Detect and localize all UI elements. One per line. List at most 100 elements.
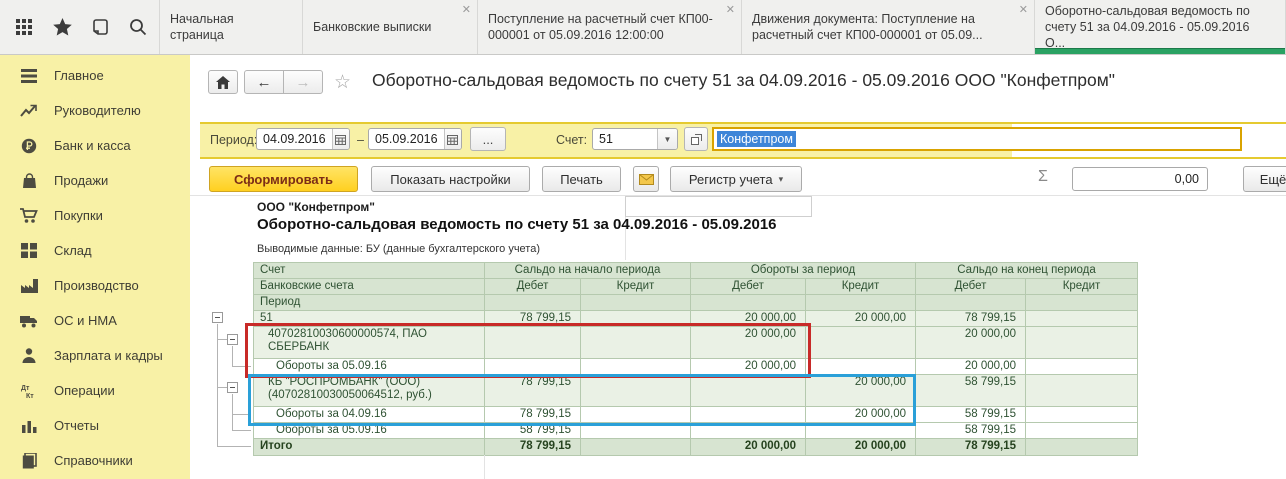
table-column-border-extension — [484, 455, 485, 479]
sidebar-item-warehouse[interactable]: Склад — [0, 233, 190, 268]
sidebar-item-salary-hr[interactable]: Зарплата и кадры — [0, 338, 190, 373]
app-window: Начальная страница Банковские выписки ✕ … — [0, 0, 1286, 479]
table-row-sberbank[interactable]: 40702810030600000574, ПАО СБЕРБАНК 20 00… — [254, 327, 1138, 359]
row-name[interactable]: КБ "РОСПРОМБАНК" (ООО) (4070281003005006… — [254, 375, 485, 407]
favorites-star-icon[interactable] — [53, 18, 72, 36]
date-to-field[interactable]: 05.09.2016 — [368, 128, 462, 150]
row-name[interactable]: 40702810030600000574, ПАО СБЕРБАНК — [254, 327, 485, 359]
search-icon[interactable] — [129, 18, 147, 36]
email-button[interactable] — [633, 166, 659, 192]
sidebar-item-purchases[interactable]: Покупки — [0, 198, 190, 233]
sidebar-item-reports[interactable]: Отчеты — [0, 408, 190, 443]
service-icons — [0, 0, 160, 54]
sidebar-item-bank-cash[interactable]: Банк и касса — [0, 128, 190, 163]
register-button[interactable]: Регистр учета ▾ — [670, 166, 802, 192]
debit-credit-icon: ДтКт — [20, 383, 38, 399]
show-settings-button[interactable]: Показать настройки — [371, 166, 530, 192]
sidebar-item-label: Банк и касса — [54, 138, 131, 153]
ruble-coin-icon — [20, 138, 38, 154]
forward-button[interactable]: → — [283, 70, 323, 94]
chevron-down-icon[interactable]: ▼ — [657, 129, 677, 149]
selected-cell-outline — [625, 196, 812, 217]
close-tab-icon[interactable]: ✕ — [462, 5, 471, 15]
print-button[interactable]: Печать — [542, 166, 621, 192]
tab-receipt-document[interactable]: Поступление на расчетный счет КП00-00000… — [478, 0, 742, 54]
sidebar-item-label: Руководителю — [54, 103, 141, 118]
collapse-toggle-icon[interactable] — [227, 382, 238, 393]
table-row-turnover-0509-2[interactable]: Обороты за 05.09.16 58 799,15 58 799,15 — [254, 423, 1138, 439]
row-name[interactable]: Итого — [254, 439, 485, 456]
sidebar-item-main[interactable]: Главное — [0, 58, 190, 93]
sidebar-item-directories[interactable]: Справочники — [0, 443, 190, 478]
row-name[interactable]: 51 — [254, 311, 485, 327]
period-options-button[interactable]: ... — [470, 127, 506, 151]
period-dash: – — [357, 133, 364, 147]
envelope-icon — [639, 174, 654, 185]
table-row-turnover-0409[interactable]: Обороты за 04.09.16 78 799,15 20 000,00 … — [254, 407, 1138, 423]
account-value[interactable]: 51 — [593, 129, 657, 149]
col-header-account: Счет — [254, 263, 485, 279]
home-button[interactable] — [208, 70, 238, 94]
tree-line — [217, 324, 218, 446]
apps-grid-icon[interactable] — [16, 19, 33, 36]
more-button[interactable]: Ещё — [1243, 166, 1286, 192]
tab-osv-report[interactable]: Оборотно-сальдовая ведомость по счету 51… — [1035, 0, 1286, 54]
col-header-credit: Кредит — [1026, 279, 1138, 295]
recent-icon[interactable] — [92, 18, 109, 36]
back-button[interactable]: ← — [244, 70, 284, 94]
table-header-row: Период — [254, 295, 1138, 311]
row-name[interactable]: Обороты за 04.09.16 — [254, 407, 485, 423]
close-tab-icon[interactable]: ✕ — [1019, 5, 1028, 15]
sum-field[interactable]: 0,00 — [1072, 167, 1208, 191]
tree-line — [232, 346, 233, 366]
open-account-button[interactable] — [684, 127, 708, 151]
sidebar-item-operations[interactable]: ДтКт Операции — [0, 373, 190, 408]
calendar-icon[interactable] — [332, 129, 349, 149]
home-icon — [216, 76, 230, 89]
svg-text:Кт: Кт — [26, 393, 34, 399]
organization-field[interactable]: Конфетпром — [712, 127, 1242, 151]
svg-text:Дт: Дт — [21, 385, 30, 392]
table-row-rosprombank[interactable]: КБ "РОСПРОМБАНК" (ООО) (4070281003005006… — [254, 375, 1138, 407]
account-label: Счет: — [556, 133, 587, 147]
sidebar-item-label: Продажи — [54, 173, 108, 188]
row-name[interactable]: Обороты за 05.09.16 — [254, 423, 485, 439]
tab-label: Поступление на расчетный счет КП00-00000… — [488, 11, 721, 43]
date-to-value[interactable]: 05.09.2016 — [369, 129, 444, 149]
favorite-star-icon[interactable]: ☆ — [334, 71, 351, 94]
report-org-name[interactable]: ООО "Конфетпром" — [257, 200, 375, 214]
table-row-turnover-0509[interactable]: Обороты за 05.09.16 20 000,00 20 000,00 — [254, 359, 1138, 375]
back-arrow-icon: ← — [257, 74, 272, 91]
date-from-value[interactable]: 04.09.2016 — [257, 129, 332, 149]
tree-line — [218, 339, 227, 340]
organization-value[interactable]: Конфетпром — [717, 131, 796, 147]
row-name[interactable]: Обороты за 05.09.16 — [254, 359, 485, 375]
account-field[interactable]: 51 ▼ — [592, 128, 678, 150]
table-header-row: Банковские счета Дебет Кредит Дебет Кред… — [254, 279, 1138, 295]
open-window-icon — [691, 134, 702, 145]
sidebar-item-sales[interactable]: Продажи — [0, 163, 190, 198]
chevron-down-icon: ▾ — [779, 174, 784, 185]
tab-document-movements[interactable]: Движения документа: Поступление на расче… — [742, 0, 1035, 54]
date-from-field[interactable]: 04.09.2016 — [256, 128, 350, 150]
col-group-opening-balance: Сальдо на начало периода — [485, 263, 691, 279]
sidebar-item-production[interactable]: Производство — [0, 268, 190, 303]
top-tab-bar: Начальная страница Банковские выписки ✕ … — [0, 0, 1286, 55]
table-row-account-51[interactable]: 51 78 799,15 20 000,00 20 000,00 78 799,… — [254, 311, 1138, 327]
tab-label: Движения документа: Поступление на расче… — [752, 11, 1014, 43]
collapse-toggle-icon[interactable] — [227, 334, 238, 345]
collapse-toggle-icon[interactable] — [212, 312, 223, 323]
sidebar-item-manager[interactable]: Руководителю — [0, 93, 190, 128]
sigma-icon: Σ — [1038, 168, 1048, 186]
table-row-total[interactable]: Итого 78 799,15 20 000,00 20 000,00 78 7… — [254, 439, 1138, 456]
tab-bank-statements[interactable]: Банковские выписки ✕ — [303, 0, 478, 54]
calendar-icon[interactable] — [444, 129, 461, 149]
tab-home[interactable]: Начальная страница — [160, 0, 303, 54]
close-tab-icon[interactable]: ✕ — [726, 5, 735, 15]
report-title[interactable]: Оборотно-сальдовая ведомость по счету 51… — [257, 216, 777, 233]
osv-table: Счет Сальдо на начало периода Обороты за… — [253, 262, 1138, 456]
tab-label: Оборотно-сальдовая ведомость по счету 51… — [1045, 3, 1265, 51]
sidebar-item-fixed-assets[interactable]: ОС и НМА — [0, 303, 190, 338]
col-header-credit: Кредит — [806, 279, 916, 295]
generate-button[interactable]: Сформировать — [209, 166, 358, 192]
